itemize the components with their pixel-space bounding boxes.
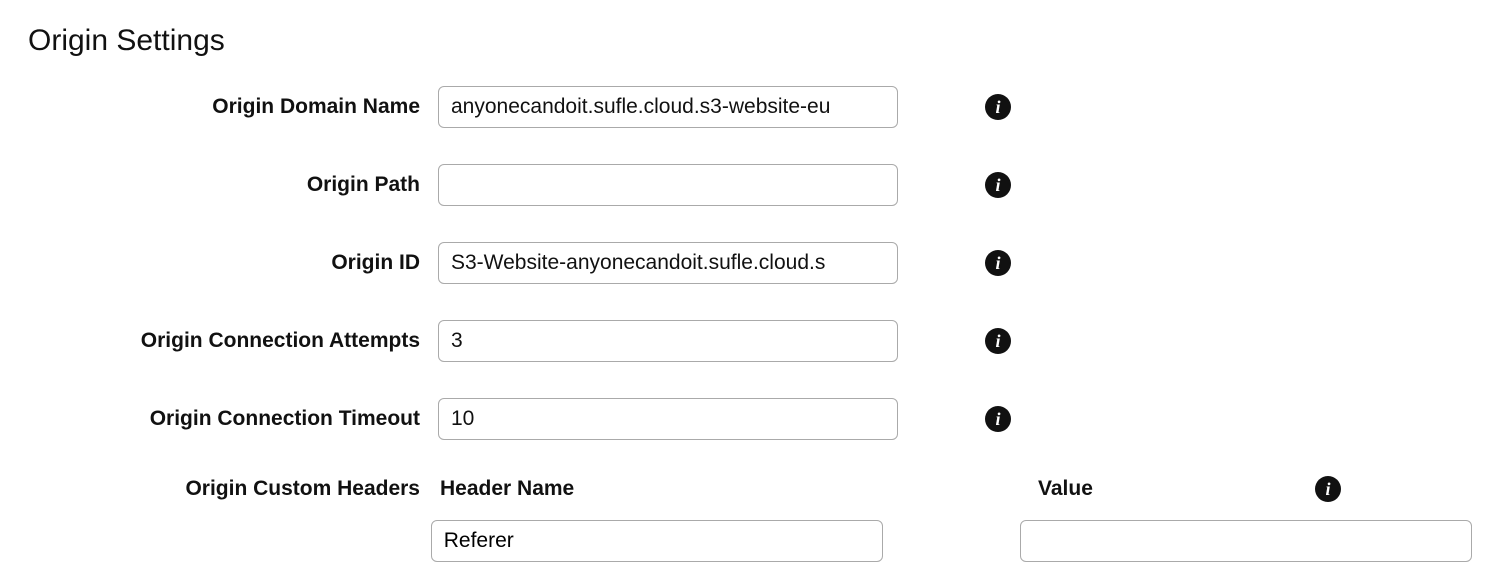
input-origin-path[interactable] <box>438 164 898 206</box>
label-origin-domain-name: Origin Domain Name <box>28 95 438 119</box>
label-origin-custom-headers: Origin Custom Headers <box>28 477 438 501</box>
row-origin-id: Origin ID i <box>28 242 1472 284</box>
label-origin-path: Origin Path <box>28 173 438 197</box>
info-icon[interactable]: i <box>985 406 1011 432</box>
label-header-value: Value <box>1038 477 1288 501</box>
row-origin-connection-timeout: Origin Connection Timeout i <box>28 398 1472 440</box>
label-header-name: Header Name <box>438 477 898 501</box>
row-custom-header-entry <box>28 520 1472 562</box>
label-origin-connection-attempts: Origin Connection Attempts <box>28 329 438 353</box>
row-origin-connection-attempts: Origin Connection Attempts i <box>28 320 1472 362</box>
row-origin-domain-name: Origin Domain Name i <box>28 86 1472 128</box>
info-icon[interactable]: i <box>1315 476 1341 502</box>
info-icon[interactable]: i <box>985 328 1011 354</box>
input-origin-id[interactable] <box>438 242 898 284</box>
input-origin-connection-timeout[interactable] <box>438 398 898 440</box>
input-origin-domain-name[interactable] <box>438 86 898 128</box>
label-origin-id: Origin ID <box>28 251 438 275</box>
page-title: Origin Settings <box>28 24 1472 58</box>
info-icon[interactable]: i <box>985 250 1011 276</box>
input-origin-connection-attempts[interactable] <box>438 320 898 362</box>
row-origin-path: Origin Path i <box>28 164 1472 206</box>
input-header-name[interactable] <box>431 520 883 562</box>
info-icon[interactable]: i <box>985 94 1011 120</box>
input-header-value[interactable] <box>1020 520 1472 562</box>
info-icon[interactable]: i <box>985 172 1011 198</box>
label-origin-connection-timeout: Origin Connection Timeout <box>28 407 438 431</box>
row-origin-custom-headers: Origin Custom Headers Header Name Value … <box>28 476 1472 502</box>
